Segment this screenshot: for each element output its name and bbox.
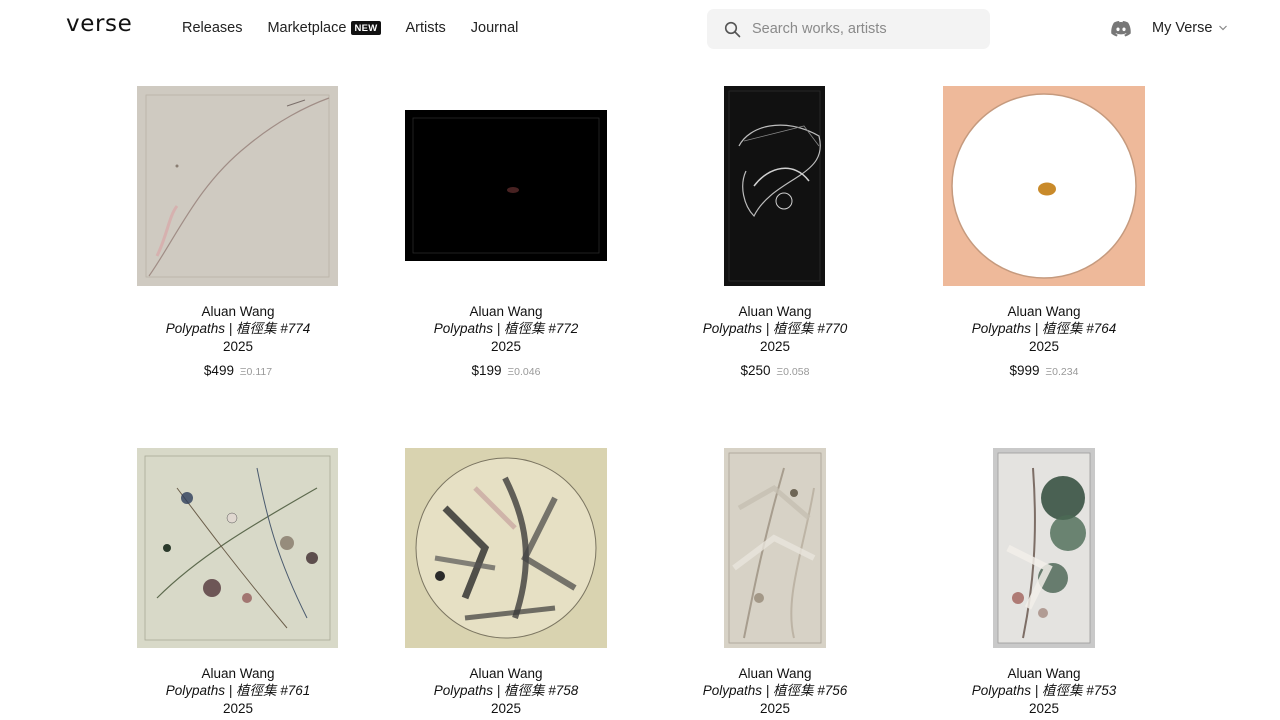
nav-journal-label: Journal	[470, 20, 519, 36]
discord-icon[interactable]	[1110, 20, 1132, 38]
artwork-title[interactable]: Polypaths | 植徑集 #758	[396, 682, 616, 700]
artwork-title[interactable]: Polypaths | 植徑集 #756	[665, 682, 885, 700]
artwork-year: 2025	[1028, 339, 1060, 354]
artwork-thumbnail	[724, 448, 826, 648]
search-input[interactable]	[752, 21, 972, 37]
price: $499 Ξ0.117	[128, 363, 348, 378]
search-icon	[724, 20, 742, 38]
top-navigation-bar: verse Releases Marketplace NEW Artists J…	[0, 0, 1280, 64]
artwork-title[interactable]: Polypaths | 植徑集 #761	[128, 682, 348, 700]
artwork-thumbnail	[137, 448, 338, 648]
artwork-image[interactable]	[665, 85, 885, 287]
artwork-card[interactable]: Aluan Wang Polypaths | 植徑集 #753 2025	[934, 447, 1154, 717]
artwork-image[interactable]	[396, 85, 616, 287]
artwork-thumbnail	[405, 448, 607, 648]
artist-name[interactable]: Aluan Wang	[934, 303, 1154, 320]
nav-marketplace[interactable]: Marketplace NEW	[267, 20, 381, 36]
artist-name[interactable]: Aluan Wang	[934, 665, 1154, 682]
price-eth: Ξ0.046	[507, 366, 541, 378]
artwork-year: 2025	[490, 701, 522, 716]
artwork-thumbnail	[724, 86, 825, 286]
artist-name[interactable]: Aluan Wang	[665, 665, 885, 682]
artist-name[interactable]: Aluan Wang	[665, 303, 885, 320]
search-bar[interactable]	[707, 9, 990, 49]
artwork-title[interactable]: Polypaths | 植徑集 #770	[665, 320, 885, 338]
artwork-card[interactable]: Aluan Wang Polypaths | 植徑集 #772 2025 $19…	[396, 85, 616, 378]
nav-artists[interactable]: Artists	[406, 20, 446, 36]
artwork-card[interactable]: Aluan Wang Polypaths | 植徑集 #756 2025	[665, 447, 885, 717]
price: $999 Ξ0.234	[934, 363, 1154, 378]
price-eth: Ξ0.058	[776, 366, 810, 378]
artwork-image[interactable]	[128, 447, 348, 649]
artist-name[interactable]: Aluan Wang	[128, 665, 348, 682]
nav-artists-label: Artists	[405, 20, 446, 36]
price-eth: Ξ0.234	[1045, 366, 1079, 378]
artwork-image[interactable]	[665, 447, 885, 649]
nav-journal[interactable]: Journal	[471, 20, 519, 36]
artist-name[interactable]: Aluan Wang	[396, 665, 616, 682]
artwork-year: 2025	[490, 339, 522, 354]
artist-name[interactable]: Aluan Wang	[128, 303, 348, 320]
artwork-year: 2025	[222, 701, 254, 716]
artwork-thumbnail	[993, 448, 1095, 648]
artwork-image[interactable]	[128, 85, 348, 287]
artwork-year: 2025	[1028, 701, 1060, 716]
artwork-title[interactable]: Polypaths | 植徑集 #772	[396, 320, 616, 338]
artwork-card[interactable]: Aluan Wang Polypaths | 植徑集 #764 2025 $99…	[934, 85, 1154, 378]
artwork-card[interactable]: Aluan Wang Polypaths | 植徑集 #761 2025	[128, 447, 348, 717]
price-usd: $250	[740, 363, 771, 378]
artwork-thumbnail	[943, 86, 1145, 286]
price: $199 Ξ0.046	[396, 363, 616, 378]
artwork-card[interactable]: Aluan Wang Polypaths | 植徑集 #774 2025 $49…	[128, 85, 348, 378]
account-menu[interactable]: My Verse	[1152, 20, 1228, 36]
artwork-card[interactable]: Aluan Wang Polypaths | 植徑集 #770 2025 $25…	[665, 85, 885, 378]
verse-logo[interactable]: verse	[66, 11, 132, 37]
artwork-thumbnail	[405, 110, 607, 261]
artwork-year: 2025	[759, 339, 791, 354]
artwork-year: 2025	[222, 339, 254, 354]
artwork-card[interactable]: Aluan Wang Polypaths | 植徑集 #758 2025	[396, 447, 616, 717]
artwork-title[interactable]: Polypaths | 植徑集 #774	[128, 320, 348, 338]
new-badge: NEW	[351, 21, 381, 35]
artwork-title[interactable]: Polypaths | 植徑集 #753	[934, 682, 1154, 700]
nav-releases-label: Releases	[182, 20, 243, 36]
chevron-down-icon	[1218, 23, 1228, 33]
main-nav: Releases Marketplace NEW Artists Journal	[182, 20, 543, 36]
artwork-image[interactable]	[396, 447, 616, 649]
artwork-image[interactable]	[934, 85, 1154, 287]
price-eth: Ξ0.117	[239, 366, 273, 378]
price: $250 Ξ0.058	[665, 363, 885, 378]
price-usd: $499	[203, 363, 234, 378]
nav-marketplace-label: Marketplace	[267, 20, 347, 36]
artwork-thumbnail	[137, 86, 338, 286]
artwork-title[interactable]: Polypaths | 植徑集 #764	[934, 320, 1154, 338]
artist-name[interactable]: Aluan Wang	[396, 303, 616, 320]
price-usd: $199	[471, 363, 502, 378]
account-label: My Verse	[1152, 20, 1213, 36]
artwork-image[interactable]	[934, 447, 1154, 649]
artwork-year: 2025	[759, 701, 791, 716]
price-usd: $999	[1009, 363, 1040, 378]
nav-releases[interactable]: Releases	[182, 20, 242, 36]
